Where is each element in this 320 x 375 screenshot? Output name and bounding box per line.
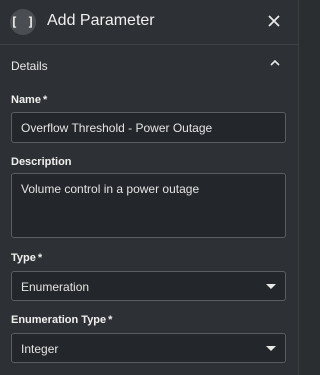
panel-header: [ ] Add Parameter xyxy=(0,0,299,44)
description-label-text: Description xyxy=(11,156,72,168)
name-input[interactable]: Overflow Threshold - Power Outage xyxy=(11,112,286,143)
description-textarea[interactable]: Volume control in a power outage xyxy=(11,173,286,238)
name-input-value: Overflow Threshold - Power Outage xyxy=(21,121,213,135)
enumeration-type-select-value: Integer xyxy=(21,342,59,356)
enumeration-type-required-marker: * xyxy=(108,314,113,326)
type-select-value: Enumeration xyxy=(21,280,90,294)
caret-down-icon xyxy=(266,346,276,351)
enumeration-type-label-text: Enumeration Type xyxy=(11,314,107,326)
brackets-icon: [ ] xyxy=(10,9,36,35)
details-section-toggle[interactable]: Details xyxy=(0,45,299,87)
type-select[interactable]: Enumeration xyxy=(11,271,286,301)
panel-title: Add Parameter xyxy=(47,12,155,29)
type-label-text: Type xyxy=(11,252,36,264)
name-label: Name * xyxy=(11,94,47,106)
caret-down-icon xyxy=(266,284,276,289)
section-title: Details xyxy=(11,59,48,73)
add-parameter-panel: [ ] Add Parameter Details Name * Overflow… xyxy=(0,0,299,375)
type-required-marker: * xyxy=(37,252,43,264)
description-textarea-value: Volume control in a power outage xyxy=(21,182,200,196)
name-label-text: Name xyxy=(11,94,41,106)
close-button[interactable] xyxy=(263,10,285,32)
name-required-marker: * xyxy=(42,94,48,106)
brackets-icon-glyph: [ ] xyxy=(10,15,36,29)
close-icon xyxy=(268,15,280,27)
type-label: Type * xyxy=(11,252,42,264)
description-label: Description xyxy=(11,156,72,168)
enumeration-type-select[interactable]: Integer xyxy=(11,333,286,363)
enumeration-type-label: Enumeration Type * xyxy=(11,314,112,326)
chevron-up-icon[interactable] xyxy=(270,59,280,66)
